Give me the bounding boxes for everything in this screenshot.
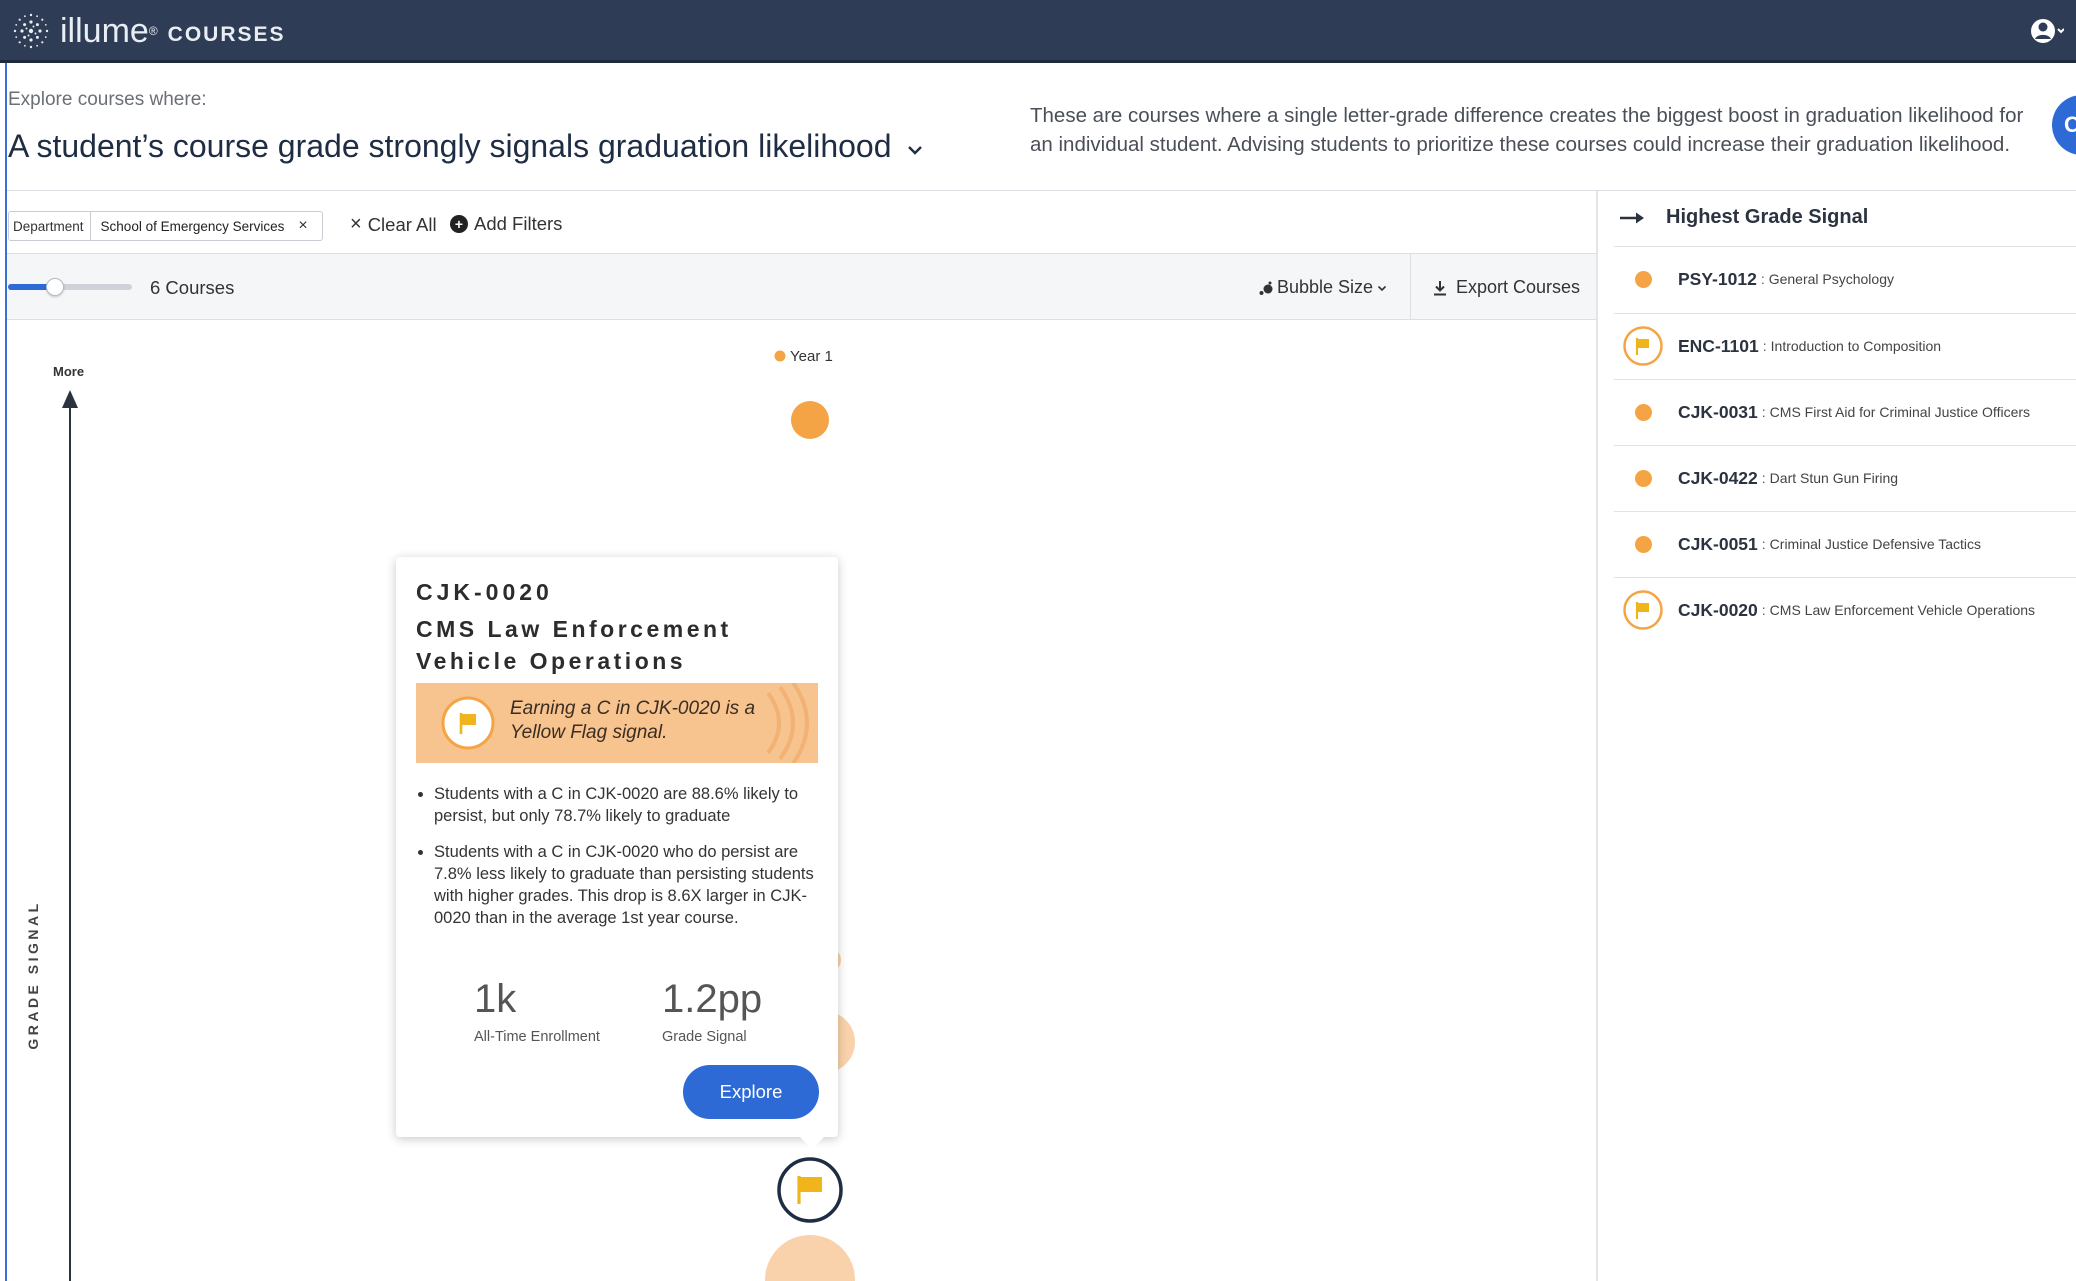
legend-label: Year 1 — [790, 348, 833, 365]
course-count: 6 Courses — [150, 277, 235, 298]
chevron-down-icon — [1378, 285, 1387, 291]
course-code: ENC-1101 — [1678, 335, 1759, 356]
course-dot-icon — [1622, 523, 1664, 565]
header-divider — [7, 190, 2076, 191]
slider-thumb[interactable] — [46, 278, 65, 296]
course-name: General Psychology — [1768, 271, 1894, 287]
export-courses-label: Export Courses — [1456, 277, 1581, 297]
y-axis-arrow-icon — [62, 390, 78, 408]
course-list-item[interactable]: CJK-0051: Criminal Justice Defensive Tact… — [1614, 511, 2076, 576]
tooltip-bullet: Students with a C in CJK-0020 who do per… — [434, 841, 826, 929]
clear-all-button[interactable]: × Clear All — [350, 213, 437, 236]
explore-button[interactable]: Explore — [683, 1065, 819, 1119]
course-list-item[interactable]: CJK-0422: Dart Stun Gun Firing — [1614, 445, 2076, 510]
controls-divider — [1410, 254, 1411, 319]
export-courses-button[interactable]: Export Courses — [1432, 277, 1580, 298]
plus-circle-icon: + — [450, 215, 468, 233]
code-name-separator: : — [1762, 338, 1767, 354]
course-dot-icon — [1622, 457, 1664, 499]
explore-label: Explore courses where: — [8, 89, 207, 110]
course-name: CMS First Aid for Criminal Justice Offic… — [1769, 404, 2031, 420]
highest-grade-signal-sort[interactable]: Highest Grade Signal — [1620, 206, 1868, 229]
flag-icon — [800, 1177, 822, 1192]
course-tooltip-card: CJK-0020 CMS Law Enforcement Vehicle Ope… — [396, 557, 838, 1137]
department-filter-chip: Department School of Emergency Services … — [8, 211, 323, 241]
orange-dot-icon — [1634, 469, 1652, 487]
grade-signal-value: 1.2pp — [662, 977, 763, 1021]
course-name: Criminal Justice Defensive Tactics — [1769, 536, 1982, 552]
arrow-right-icon — [1620, 212, 1644, 223]
course-list-item[interactable]: CJK-0031: CMS First Aid for Criminal Just… — [1614, 379, 2076, 444]
bubble-size-icon — [1259, 281, 1273, 295]
code-name-separator: : — [1761, 602, 1766, 618]
close-icon: × — [350, 213, 362, 235]
bubble-size-dropdown[interactable]: Bubble Size — [1258, 277, 1388, 298]
help-circle-button[interactable]: C — [2052, 95, 2076, 155]
tooltip-pointer — [800, 1137, 824, 1149]
orange-dot-icon — [1634, 270, 1652, 288]
y-axis-more-label: More — [53, 364, 84, 379]
course-code: CJK-0020 — [1678, 599, 1758, 620]
course-name: Introduction to Composition — [1770, 338, 1942, 354]
chevron-down-icon — [907, 145, 922, 155]
tooltip-course-code: CJK-0020 — [416, 579, 553, 605]
legend-dot — [774, 350, 786, 362]
user-account-icon[interactable] — [2030, 14, 2064, 48]
yellow-flag-icon — [441, 696, 495, 750]
grade-signal-label: Grade Signal — [662, 1029, 747, 1045]
starburst-logo-icon — [13, 13, 49, 49]
filter-chip-key: Department — [9, 212, 91, 240]
course-bubble[interactable] — [791, 401, 829, 439]
y-axis-title: GRADE SIGNAL — [25, 900, 41, 1049]
course-list-item[interactable]: CJK-0020: CMS Law Enforcement Vehicle Ope… — [1614, 577, 2076, 642]
orange-dot-icon — [1634, 403, 1652, 421]
signal-selector-dropdown[interactable]: A student’s course grade strongly signal… — [8, 128, 926, 165]
brand-name: illume — [60, 11, 149, 50]
course-name: Dart Stun Gun Firing — [1769, 470, 1899, 486]
right-panel-title: Highest Grade Signal — [1666, 206, 1869, 228]
enrollment-label: All-Time Enrollment — [474, 1029, 600, 1045]
brand-product: COURSES — [167, 23, 286, 46]
yellow-flag-icon — [1623, 590, 1663, 630]
signal-description: These are courses where a single letter-… — [1030, 104, 2024, 156]
yellow-flag-text: Earning a C in CJK-0020 is a Yellow Flag… — [510, 698, 756, 743]
course-dot-icon — [1622, 258, 1664, 300]
course-bubble[interactable] — [765, 1235, 855, 1281]
add-filters-label: Add Filters — [474, 213, 563, 234]
orange-dot-icon — [1634, 535, 1652, 553]
brand-logo[interactable]: illume ® COURSES — [10, 8, 286, 54]
add-filters-button[interactable]: + Add Filters — [450, 213, 562, 235]
course-dot-icon — [1622, 391, 1664, 433]
course-count-slider[interactable] — [8, 278, 132, 296]
enrollment-value: 1k — [474, 977, 517, 1021]
code-name-separator: : — [1761, 470, 1766, 486]
course-code: CJK-0031 — [1678, 401, 1758, 422]
download-icon — [1434, 280, 1446, 295]
course-code: CJK-0422 — [1678, 467, 1758, 488]
tooltip-course-title: CMS Law Enforcement Vehicle Operations — [416, 616, 732, 674]
code-name-separator: : — [1760, 271, 1765, 287]
yellow-flag-banner: Earning a C in CJK-0020 is a Yellow Flag… — [416, 683, 818, 763]
course-name: CMS Law Enforcement Vehicle Operations — [1769, 602, 2036, 618]
yellow-flag-icon — [1623, 326, 1663, 366]
brand-registered-mark: ® — [148, 24, 158, 38]
tooltip-bullet: Students with a C in CJK-0020 are 88.6% … — [434, 783, 826, 827]
code-name-separator: : — [1761, 404, 1766, 420]
course-list-item[interactable]: ENC-1101: Introduction to Composition — [1614, 313, 2076, 378]
filter-chip-value: School of Emergency Services — [100, 218, 285, 234]
top-navigation-bar: illume ® COURSES — [0, 0, 2076, 63]
yellow-flag-icon — [1622, 325, 1664, 367]
course-code: PSY-1012 — [1678, 268, 1757, 289]
yellow-flag-icon — [1622, 589, 1664, 631]
code-name-separator: : — [1761, 536, 1766, 552]
right-panel-divider — [1596, 191, 1598, 1281]
course-code: CJK-0051 — [1678, 533, 1758, 554]
headline-text: A student’s course grade strongly signal… — [8, 128, 892, 164]
course-list-item[interactable]: PSY-1012: General Psychology — [1614, 246, 2076, 311]
flagged-course-bubble[interactable] — [777, 1157, 843, 1223]
bubble-size-label: Bubble Size — [1277, 277, 1374, 297]
tooltip-bullet-list: Students with a C in CJK-0020 are 88.6% … — [416, 783, 826, 943]
clear-all-label: Clear All — [367, 213, 437, 235]
remove-filter-button[interactable]: × — [290, 217, 321, 235]
